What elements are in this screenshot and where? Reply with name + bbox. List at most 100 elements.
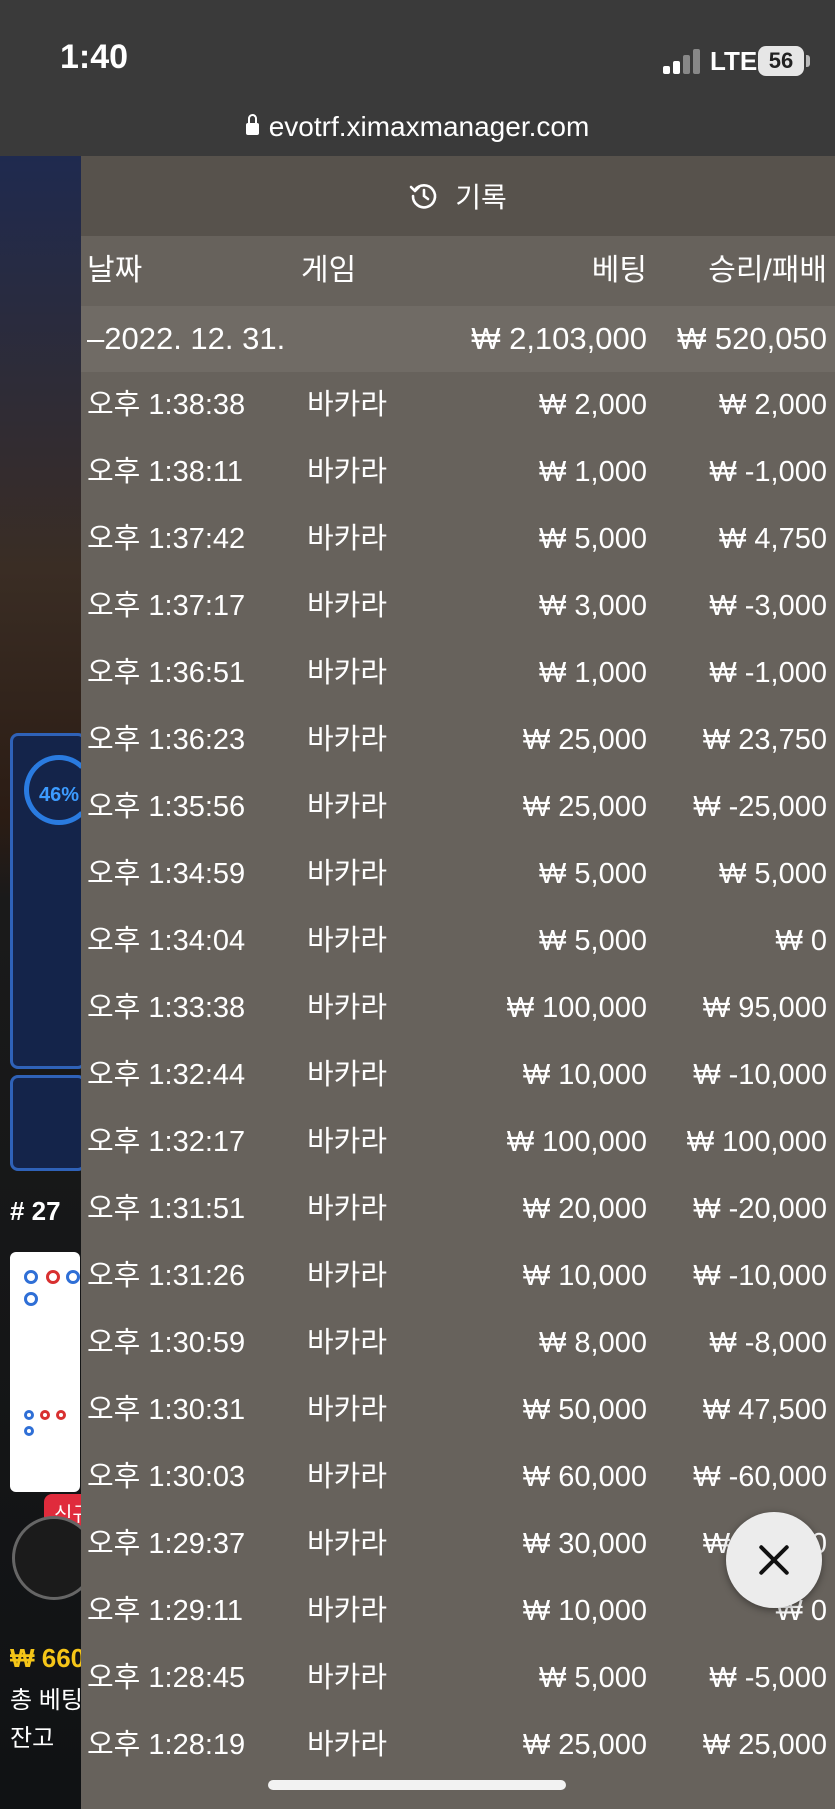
row-bet: ₩ 20,000	[522, 1193, 647, 1225]
row-game: 바카라	[307, 1461, 388, 1493]
row-game: 바카라	[307, 1193, 388, 1225]
row-time: 오후 1:35:56	[87, 791, 246, 823]
row-result: ₩ -8,000	[709, 1327, 827, 1359]
table-row[interactable]: 오후 1:29:37바카라₩ 30,000₩ 30,000	[81, 1511, 835, 1578]
row-bet: ₩ 5,000	[539, 1662, 647, 1694]
row-result: ₩ 47,500	[702, 1394, 827, 1426]
signal-icon	[663, 48, 701, 74]
side-bet-panel[interactable]	[10, 1075, 86, 1171]
row-game: 바카라	[307, 724, 388, 756]
battery-icon: 56	[758, 46, 804, 76]
table-row[interactable]: 오후 1:36:51 바카라 ₩ 1,000 ₩ -1,000	[81, 640, 835, 707]
row-result: ₩ 100,000	[686, 1126, 827, 1158]
row-result: ₩ -25,000	[693, 791, 827, 823]
row-time: 오후 1:36:23	[87, 724, 246, 756]
row-result: ₩ 2,000	[719, 389, 827, 421]
table-row[interactable]: 오후 1:30:59 바카라 ₩ 8,000 ₩ -8,000	[81, 1310, 835, 1377]
row-game: 바카라	[307, 992, 388, 1024]
row-time: 오후 1:37:42	[87, 523, 246, 555]
lock-icon	[245, 114, 259, 135]
row-bet: ₩ 50,000	[522, 1394, 647, 1426]
column-headers: 날짜 게임 베팅 승리/패배	[81, 236, 835, 306]
table-row[interactable]: 오후 1:38:38 바카라 ₩ 2,000 ₩ 2,000	[81, 372, 835, 439]
table-row[interactable]: 오후 1:36:23 바카라 ₩ 25,000 ₩ 23,750	[81, 707, 835, 774]
date-group-row[interactable]: –2022. 12. 31. ₩ 2,103,000 ₩ 520,050	[81, 306, 835, 372]
row-time: 오후 1:38:38	[87, 389, 246, 421]
table-row[interactable]: 오후 1:29:11 바카라 ₩ 10,000 ₩ 0	[81, 1578, 835, 1645]
table-row[interactable]: 오후 1:32:17 바카라 ₩ 100,000 ₩ 100,000	[81, 1109, 835, 1176]
table-row[interactable]: 오후 1:34:59 바카라 ₩ 5,000 ₩ 5,000	[81, 841, 835, 908]
table-row[interactable]: 오후 1:33:38 바카라 ₩ 100,000 ₩ 95,000	[81, 975, 835, 1042]
row-time: 오후 1:33:38	[87, 992, 246, 1024]
row-bet: ₩ 25,000	[522, 724, 647, 756]
table-row[interactable]: 오후 1:37:42 바카라 ₩ 5,000 ₩ 4,750	[81, 506, 835, 573]
url-text: evotrf.ximaxmanager.com	[268, 111, 590, 142]
table-row[interactable]: 오후 1:34:04 바카라 ₩ 5,000 ₩ 0	[81, 908, 835, 975]
row-result: ₩ -3,000	[709, 590, 827, 622]
row-game: 바카라	[307, 456, 388, 488]
table-row[interactable]: 오후 1:31:26 바카라 ₩ 10,000 ₩ -10,000	[81, 1243, 835, 1310]
row-result: ₩ 5,000	[719, 858, 827, 890]
row-bet: ₩ 60,000	[522, 1461, 647, 1493]
table-row[interactable]: 오후 1:30:03 바카라 ₩ 60,000 ₩ -60,000	[81, 1444, 835, 1511]
address-bar[interactable]: evotrf.ximaxmanager.com	[0, 98, 835, 156]
row-time: 오후 1:34:59	[87, 858, 246, 890]
home-indicator[interactable]	[268, 1780, 566, 1790]
row-game: 바카라	[307, 1662, 388, 1694]
row-bet: ₩ 10,000	[522, 1059, 647, 1091]
row-bet: ₩ 100,000	[506, 1126, 647, 1158]
table-row[interactable]: 오후 1:32:44 바카라 ₩ 10,000 ₩ -10,000	[81, 1042, 835, 1109]
row-time: 오후 1:28:19	[87, 1729, 246, 1761]
remaining-label: 잔고	[10, 1725, 55, 1752]
row-result: ₩ 4,750	[719, 523, 827, 555]
row-time: 오후 1:34:04	[87, 925, 246, 957]
row-game: 바카라	[307, 523, 388, 555]
row-time: 오후 1:32:17	[87, 1126, 246, 1158]
row-game: 바카라	[307, 1729, 388, 1761]
row-result: ₩ -1,000	[709, 456, 827, 488]
row-bet: ₩ 10,000	[522, 1595, 647, 1627]
header-result: 승리/패배	[708, 254, 827, 287]
total-bet-label: 총 베팅	[10, 1687, 83, 1714]
history-header: 기록	[81, 156, 835, 236]
row-bet: ₩ 10,000	[522, 1260, 647, 1292]
row-result: ₩ -20,000	[693, 1193, 827, 1225]
status-bar: 1:40 LTE 56	[0, 0, 835, 98]
row-game: 바카라	[307, 1327, 388, 1359]
header-bet: 베팅	[591, 254, 647, 287]
row-result: ₩ 23,750	[702, 724, 827, 756]
row-time: 오후 1:31:51	[87, 1193, 246, 1225]
row-bet: ₩ 2,000	[539, 389, 647, 421]
row-game: 바카라	[307, 590, 388, 622]
row-time: 오후 1:31:26	[87, 1260, 246, 1292]
table-row[interactable]: 오후 1:31:51 바카라 ₩ 20,000 ₩ -20,000	[81, 1176, 835, 1243]
row-game: 바카라	[307, 1260, 388, 1292]
row-bet: ₩ 100,000	[506, 992, 647, 1024]
table-row[interactable]: 오후 1:37:17 바카라 ₩ 3,000 ₩ -3,000	[81, 573, 835, 640]
row-time: 오후 1:36:51	[87, 657, 246, 689]
table-row[interactable]: 오후 1:35:56 바카라 ₩ 25,000 ₩ -25,000	[81, 774, 835, 841]
row-result: ₩ -60,000	[693, 1461, 827, 1493]
row-game: 바카라	[307, 1394, 388, 1426]
row-game: 바카라	[307, 791, 388, 823]
bead-road	[10, 1252, 80, 1492]
table-row[interactable]: 오후 1:38:11 바카라 ₩ 1,000 ₩ -1,000	[81, 439, 835, 506]
table-row[interactable]: 오후 1:28:19 바카라 ₩ 25,000 ₩ 25,000	[81, 1712, 835, 1779]
row-bet: ₩ 5,000	[539, 523, 647, 555]
history-title: 기록	[455, 182, 507, 213]
row-bet: ₩ 30,000	[522, 1528, 647, 1560]
close-button[interactable]	[726, 1512, 822, 1608]
row-result: ₩ 25,000	[702, 1729, 827, 1761]
history-list: 오후 1:38:38 바카라 ₩ 2,000 ₩ 2,000 오후 1:38:11 바카라…	[81, 372, 835, 1779]
row-result: ₩ 0	[775, 925, 827, 957]
table-row[interactable]: 오후 1:30:31 바카라 ₩ 50,000 ₩ 47,500	[81, 1377, 835, 1444]
group-result-total: ₩ 520,050	[677, 321, 827, 356]
row-time: 오후 1:29:11	[87, 1595, 244, 1627]
row-game: 바카라	[307, 1126, 388, 1158]
row-bet: ₩ 25,000	[522, 791, 647, 823]
row-time: 오후 1:38:11	[87, 456, 244, 488]
table-row[interactable]: 오후 1:28:45 바카라 ₩ 5,000 ₩ -5,000	[81, 1645, 835, 1712]
row-bet: ₩ 1,000	[539, 456, 647, 488]
row-game: 바카라	[307, 657, 388, 689]
row-game: 바카라	[307, 1059, 388, 1091]
